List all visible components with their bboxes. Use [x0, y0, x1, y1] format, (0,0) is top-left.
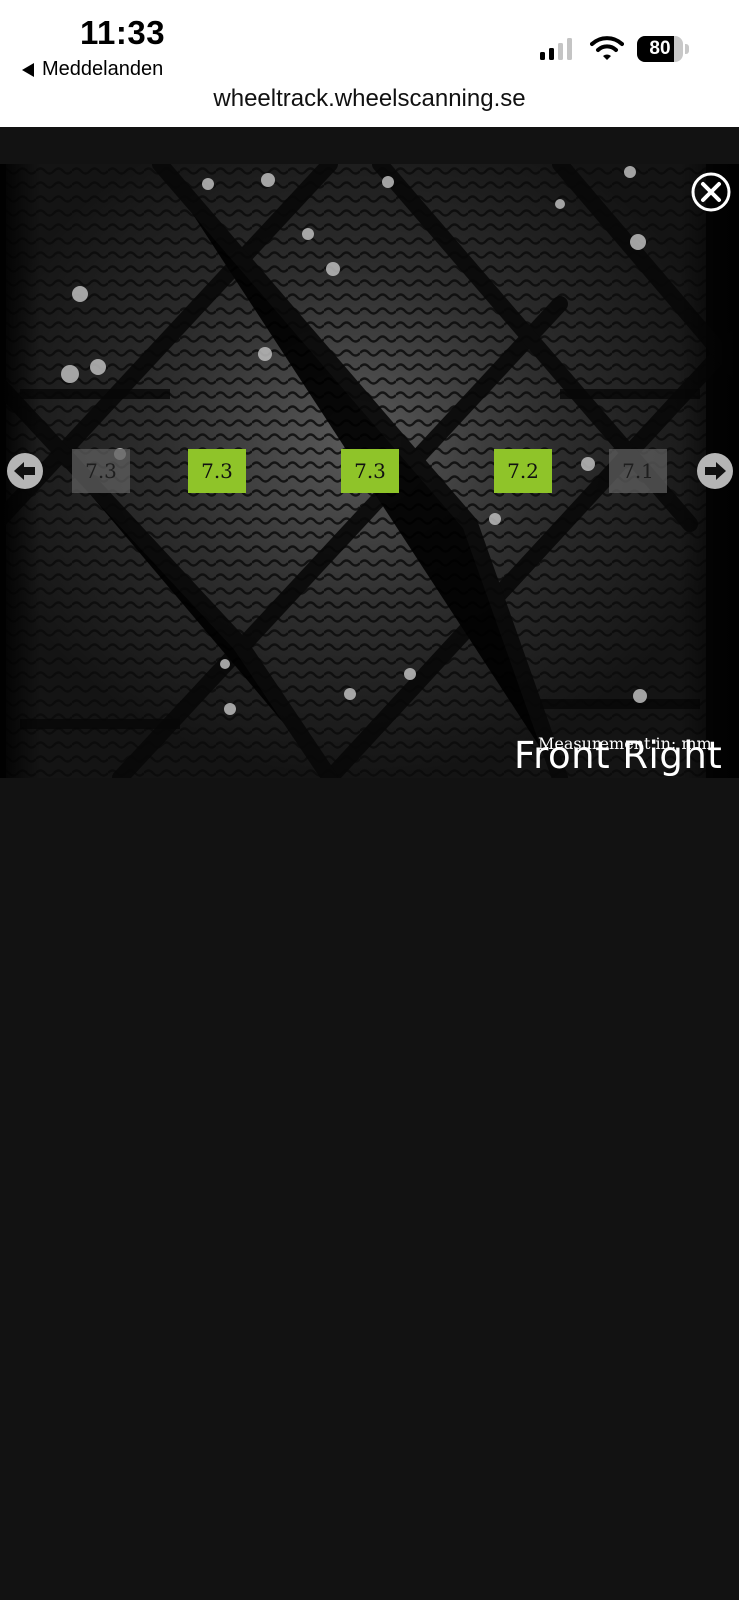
empty-content-area: [0, 778, 739, 1600]
signal-bar: [540, 52, 545, 60]
arrow-right-circle-icon: [697, 453, 733, 489]
battery-body: 80: [637, 36, 683, 62]
back-triangle-icon: [22, 62, 34, 77]
battery-icon: 80: [637, 36, 689, 62]
back-link-label: Meddelanden: [42, 58, 164, 80]
signal-bar: [549, 48, 554, 60]
cellular-signal-icon: [540, 38, 572, 60]
arrow-left-circle-icon: [7, 453, 43, 489]
battery-nub: [685, 44, 689, 54]
tread-depth-reading: 7.2: [494, 449, 552, 493]
wifi-icon: [590, 36, 624, 60]
close-viewer-button[interactable]: [690, 171, 732, 213]
status-time: 11:33: [80, 14, 166, 51]
tread-depth-reading: 7.3: [188, 449, 246, 493]
back-to-app-link[interactable]: Meddelanden: [22, 58, 163, 81]
signal-bar: [567, 38, 572, 60]
tread-depth-reading: 7.3: [72, 449, 130, 493]
next-wheel-button[interactable]: [696, 452, 734, 490]
wheel-position-label: Front Right: [514, 734, 723, 777]
close-circle-icon: [691, 172, 731, 212]
address-bar-url[interactable]: wheeltrack.wheelscanning.se: [0, 85, 739, 113]
previous-wheel-button[interactable]: [6, 452, 44, 490]
viewer-top-band: [0, 127, 739, 164]
browser-header: 11:33 Meddelanden 80 wheeltrack.wheelsca…: [0, 0, 739, 127]
battery-level: 80: [649, 38, 671, 59]
signal-bar: [558, 43, 563, 60]
tread-depth-reading: 7.1: [609, 449, 667, 493]
tread-depth-reading: 7.3: [341, 449, 399, 493]
